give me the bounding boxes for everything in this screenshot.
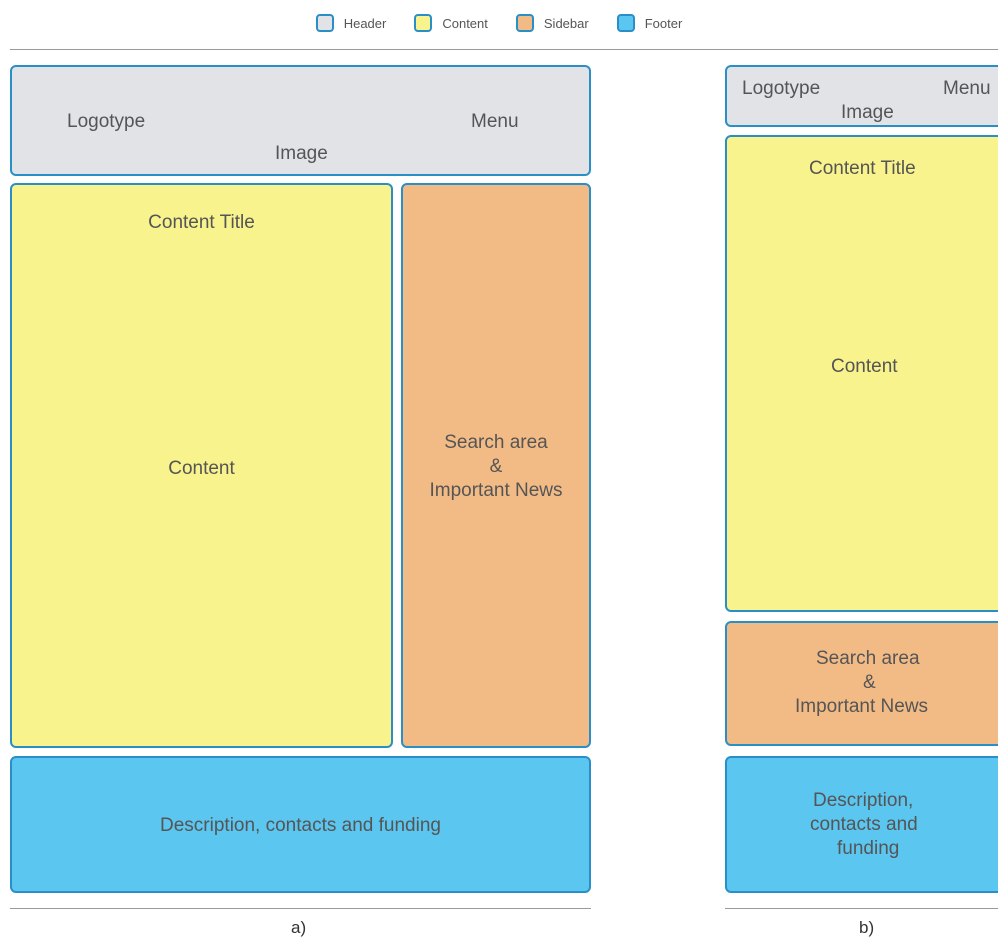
layout-a-logotype: Logotype: [67, 111, 146, 132]
layout-a-sidebar-line3: Important News: [429, 480, 563, 501]
layout-b-header: Logotype Menu Image: [725, 65, 998, 127]
legend-item-header: Header: [315, 14, 387, 32]
legend-item-footer: Footer: [616, 14, 683, 32]
legend-label-sidebar: Sidebar: [543, 15, 589, 31]
layout-b-sidebar-line1: Search area: [816, 648, 920, 669]
layout-b-sidebar-line2: &: [863, 672, 876, 693]
legend-label-header: Header: [343, 15, 387, 31]
legend-label-footer: Footer: [644, 15, 683, 31]
layout-a-header: Logotype Menu Image: [10, 65, 591, 176]
layout-b-footer-line2: contacts and: [810, 814, 918, 835]
layout-a-footer: Description, contacts and funding: [10, 756, 591, 893]
layout-a-bottom-divider: [10, 908, 591, 909]
layout-a-content: Content Title Content: [10, 183, 393, 748]
layout-b-sidebar-line3: Important News: [795, 696, 929, 717]
layout-b-image: Image: [841, 102, 894, 123]
legend-swatch-sidebar: [515, 14, 534, 32]
layout-a-caption: a): [291, 918, 307, 937]
legend-swatch-content: [414, 14, 433, 32]
layout-a-image: Image: [275, 143, 328, 164]
layout-a-footer-text: Description, contacts and funding: [160, 815, 441, 836]
layout-b-logotype: Logotype: [742, 78, 821, 99]
layout-b-sidebar: Search area & Important News: [725, 621, 998, 746]
top-divider: [10, 49, 998, 50]
layout-a-content-body: Content: [168, 458, 235, 479]
layout-a-sidebar-line2: &: [489, 456, 503, 477]
layout-b-content-title: Content Title: [809, 158, 916, 179]
legend-swatch-header: [315, 14, 334, 32]
layout-b-footer-line1: Description,: [813, 790, 914, 811]
layout-b-footer-line3: funding: [837, 838, 900, 859]
layout-b-bottom-divider: [725, 908, 998, 909]
layout-b-content: Content Title Content: [725, 135, 998, 612]
legend-item-content: Content: [414, 14, 488, 32]
layout-b-content-body: Content: [831, 356, 898, 377]
layout-a-sidebar: Search area & Important News: [401, 183, 591, 748]
legend-label-content: Content: [442, 15, 488, 31]
layout-a-menu: Menu: [471, 111, 519, 132]
layout-a-content-title: Content Title: [148, 212, 255, 233]
legend-item-sidebar: Sidebar: [515, 14, 589, 32]
layout-b-caption: b): [859, 918, 875, 937]
layout-b-footer: Description, contacts and funding: [725, 756, 998, 893]
layout-a-sidebar-line1: Search area: [444, 432, 548, 453]
legend-swatch-footer: [616, 14, 635, 32]
legend: Header Content Sidebar Footer: [0, 10, 998, 36]
layout-b-menu: Menu: [943, 78, 991, 99]
